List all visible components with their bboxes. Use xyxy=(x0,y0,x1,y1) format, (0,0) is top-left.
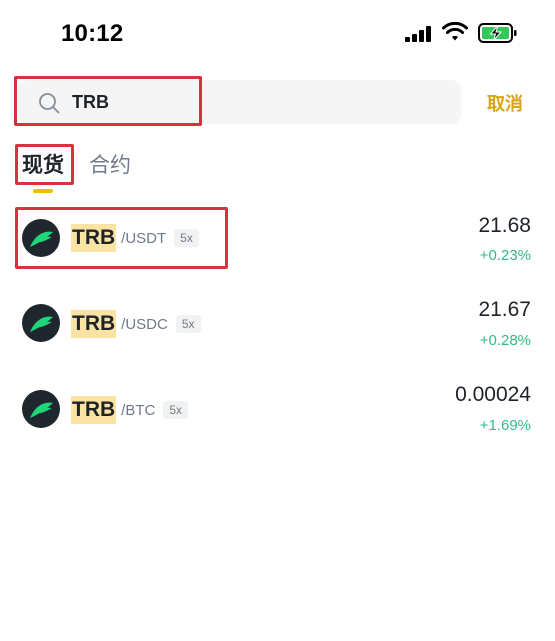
market-row-trb-usdc[interactable]: TRB /USDC 5x 21.67 +0.28% xyxy=(0,290,555,360)
quote-asset: /BTC xyxy=(121,401,156,419)
pair-label: TRB /BTC 5x xyxy=(71,395,189,425)
status-time: 10:12 xyxy=(61,20,124,47)
last-price: 0.00024 xyxy=(455,383,531,406)
market-tabs: 现货 合约 xyxy=(0,145,555,195)
highlight-box-first-row xyxy=(15,207,228,269)
leverage-badge: 5x xyxy=(163,401,189,419)
battery-charging-icon xyxy=(478,23,517,43)
trb-logo-icon xyxy=(22,304,60,342)
base-asset: TRB xyxy=(71,396,117,424)
highlight-box-search xyxy=(14,76,202,126)
highlight-box-tab xyxy=(15,144,74,185)
cancel-button[interactable]: 取消 xyxy=(487,90,523,116)
price-change: +0.28% xyxy=(479,332,531,349)
wifi-icon xyxy=(442,22,468,41)
pair-label: TRB /USDC 5x xyxy=(71,309,201,339)
trb-logo-icon xyxy=(22,390,60,428)
last-price: 21.67 xyxy=(478,298,531,321)
price-change: +1.69% xyxy=(479,417,531,434)
price-change: +0.23% xyxy=(479,247,531,264)
cellular-signal-icon xyxy=(405,26,433,42)
status-bar: 10:12 xyxy=(0,0,555,66)
active-tab-indicator xyxy=(33,189,53,193)
market-row-trb-btc[interactable]: TRB /BTC 5x 0.00024 +1.69% xyxy=(0,375,555,445)
last-price: 21.68 xyxy=(478,214,531,237)
tab-futures[interactable]: 合约 xyxy=(89,149,131,179)
leverage-badge: 5x xyxy=(175,315,201,333)
base-asset: TRB xyxy=(71,310,117,338)
quote-asset: /USDC xyxy=(121,315,168,333)
